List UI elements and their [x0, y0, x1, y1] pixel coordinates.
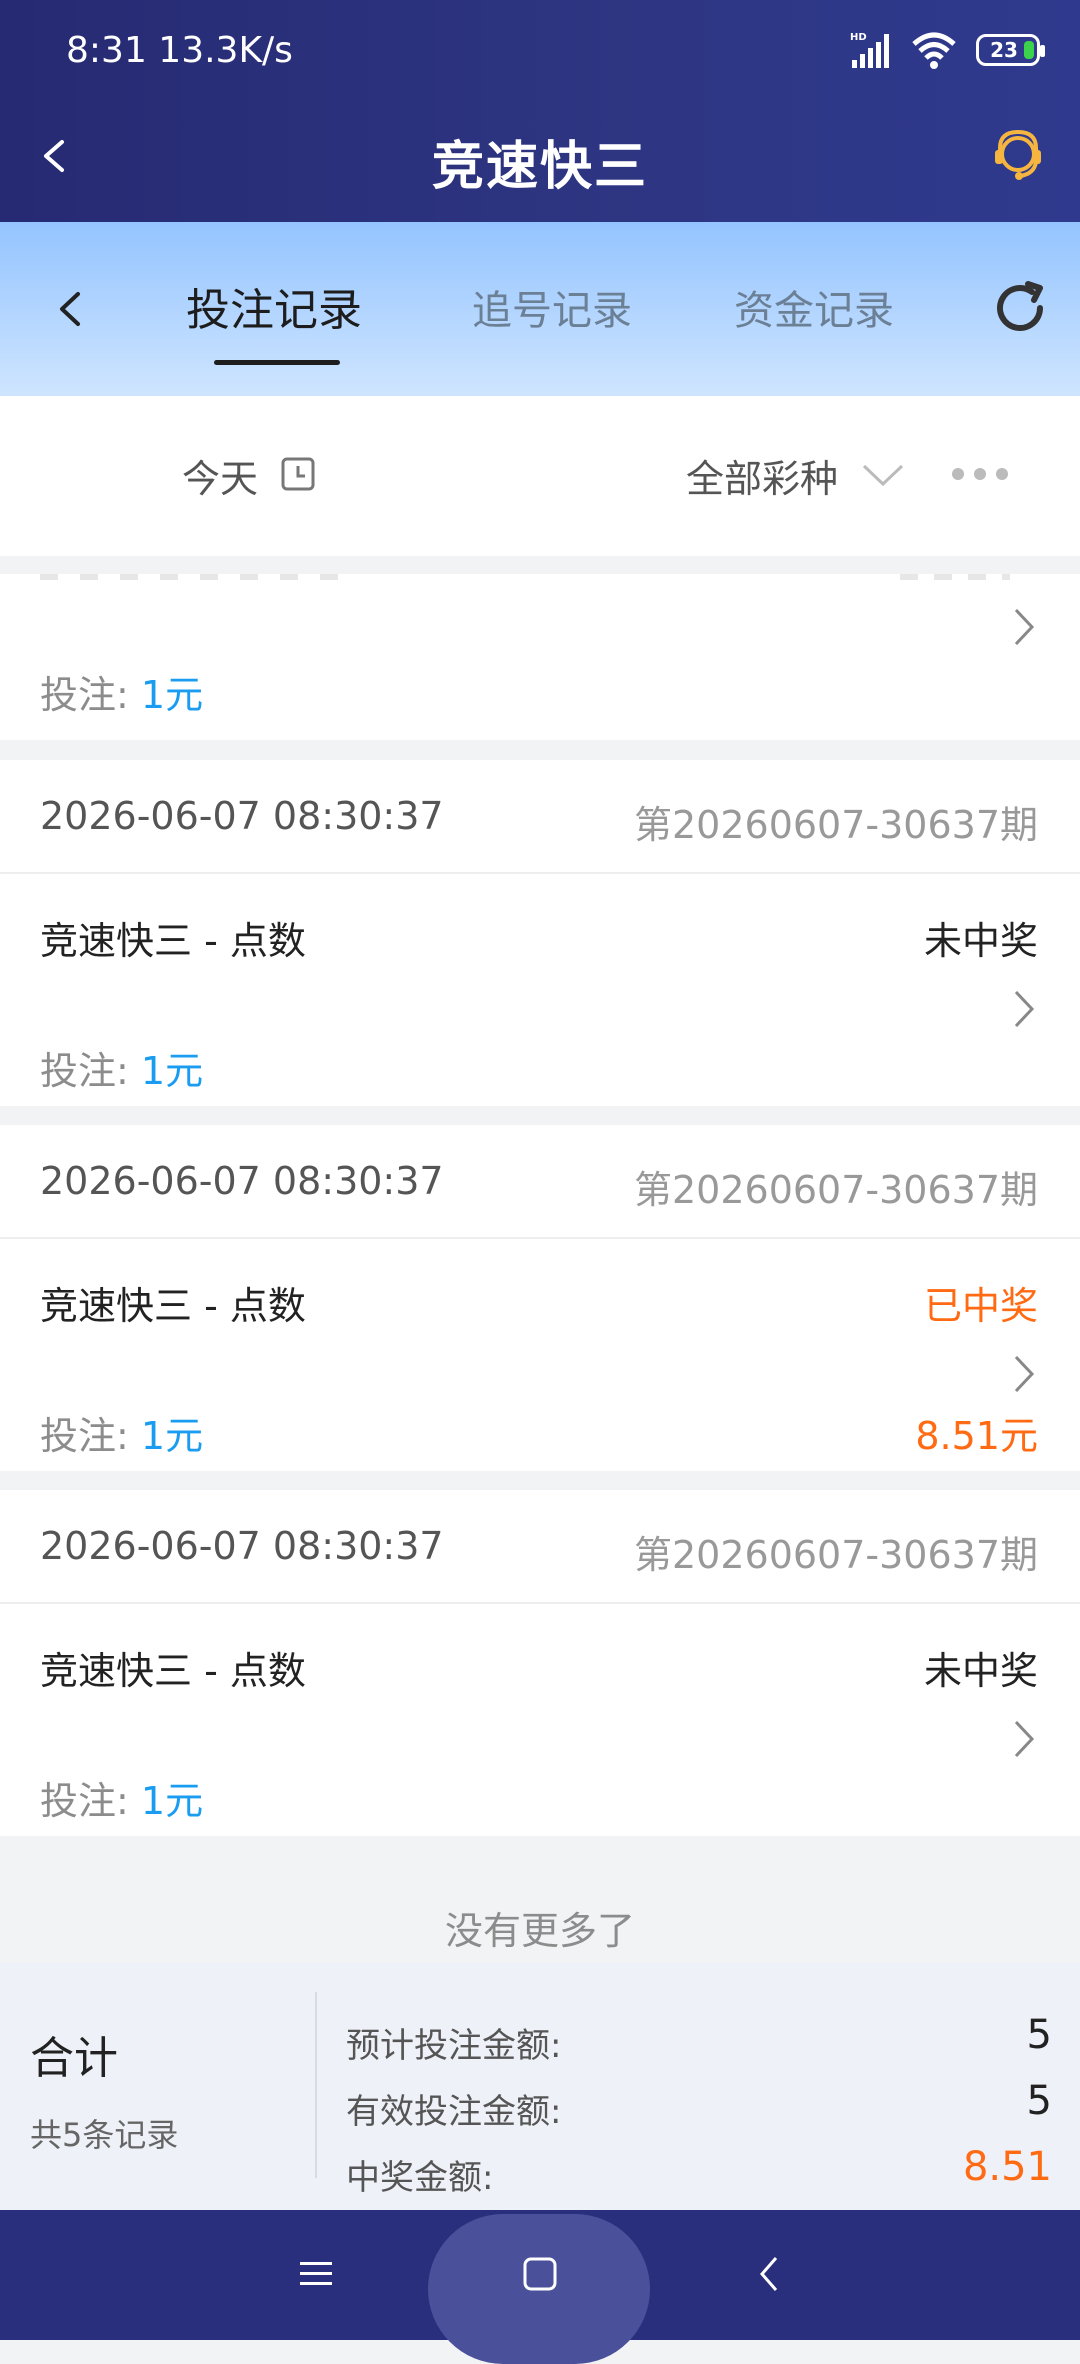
summary-value: 5	[1026, 2078, 1052, 2124]
record-card-header: 2026-06-07 08:30:37 第20260607-30637期	[0, 760, 1080, 874]
page-title: 竞速快三	[431, 137, 648, 197]
nav-back-icon[interactable]	[752, 2254, 788, 2294]
tab-back-icon[interactable]	[44, 282, 98, 336]
customer-service-icon[interactable]	[986, 124, 1050, 188]
more-options-icon[interactable]	[950, 466, 1010, 482]
tab-bet-records[interactable]: 投注记录	[186, 274, 362, 338]
hd-label: HD	[850, 32, 867, 43]
record-issue: 第20260607-30637期	[633, 1533, 1038, 1577]
summary-label: 合计	[30, 2033, 118, 2084]
record-card-partial[interactable]: 投注: 1元	[0, 574, 1080, 740]
record-count: 共5条记录	[30, 2116, 179, 2154]
bet-amount: 投注: 1元	[40, 1049, 204, 1093]
wifi-icon	[912, 32, 956, 69]
home-icon[interactable]	[522, 2256, 558, 2292]
no-more-text: 没有更多了	[444, 1909, 635, 1953]
summary-divider	[315, 1992, 317, 2178]
lottery-filter[interactable]: 全部彩种	[686, 448, 838, 503]
summary-row-expected: 预计投注金额: 5	[346, 2012, 1052, 2066]
battery-icon: 23	[976, 34, 1045, 66]
bet-amount: 投注: 1元	[40, 1779, 204, 1823]
calendar-clock-icon[interactable]	[280, 456, 316, 492]
record-issue: 第20260607-30637期	[633, 1168, 1038, 1212]
app-header-bg: 8:31 13.3K/s HD 23 竞速快三	[0, 0, 1080, 222]
chevron-right-icon	[1014, 608, 1035, 646]
summary-value: 5	[1026, 2012, 1052, 2058]
bet-amount: 投注: 1元	[40, 673, 204, 717]
record-issue: 第20260607-30637期	[633, 803, 1038, 847]
record-card-header: 2026-06-07 08:30:37 第20260607-30637期	[0, 1490, 1080, 1604]
tab-chase-records[interactable]: 追号记录	[472, 278, 632, 336]
chevron-down-icon[interactable]	[860, 454, 906, 494]
refresh-icon[interactable]	[988, 276, 1052, 340]
record-status: 已中奖	[923, 1284, 1038, 1328]
record-date: 2026-06-07 08:30:37	[40, 1524, 444, 1568]
record-card[interactable]: 2026-06-07 08:30:37 第20260607-30637期 竞速快…	[0, 760, 1080, 1106]
record-tabs: 投注记录 追号记录 资金记录	[0, 222, 1080, 396]
prize-amount: 8.51元	[915, 1414, 1038, 1458]
bet-amount: 投注: 1元	[40, 1414, 204, 1458]
chevron-right-icon	[1014, 990, 1035, 1028]
record-game: 竞速快三 - 点数	[40, 1649, 306, 1693]
status-icons: HD 23	[848, 28, 1045, 72]
record-status: 未中奖	[923, 1649, 1038, 1693]
record-game: 竞速快三 - 点数	[40, 1284, 306, 1328]
summary-value: 8.51	[962, 2144, 1052, 2190]
menu-icon[interactable]	[298, 2256, 334, 2292]
tab-fund-records[interactable]: 资金记录	[734, 278, 894, 336]
summary-row-prize: 中奖金额: 8.51	[346, 2144, 1052, 2198]
summary-panel: 合计 共5条记录 预计投注金额: 5 有效投注金额: 5 中奖金额: 8.51	[0, 1962, 1080, 2210]
record-card[interactable]: 2026-06-07 08:30:37 第20260607-30637期 竞速快…	[0, 1490, 1080, 1836]
chevron-right-icon	[1014, 1720, 1035, 1758]
battery-level: 23	[990, 38, 1018, 62]
record-status: 未中奖	[923, 919, 1038, 963]
active-tab-indicator	[214, 360, 340, 365]
status-time: 8:31 13.3K/s	[66, 30, 293, 71]
record-card[interactable]: 2026-06-07 08:30:37 第20260607-30637期 竞速快…	[0, 1125, 1080, 1471]
record-date: 2026-06-07 08:30:37	[40, 1159, 444, 1203]
signal-icon: HD	[850, 32, 889, 68]
filter-bar: 今天 全部彩种	[0, 396, 1080, 556]
system-nav-bar	[0, 2210, 1080, 2364]
app-header: 竞速快三	[0, 100, 1080, 222]
record-game: 竞速快三 - 点数	[40, 919, 306, 963]
record-date: 2026-06-07 08:30:37	[40, 794, 444, 838]
chevron-right-icon	[1014, 1355, 1035, 1393]
record-card-header: 2026-06-07 08:30:37 第20260607-30637期	[0, 1125, 1080, 1239]
summary-row-valid: 有效投注金额: 5	[346, 2078, 1052, 2132]
date-filter[interactable]: 今天	[182, 448, 258, 503]
status-bar: 8:31 13.3K/s HD 23	[0, 0, 1080, 100]
